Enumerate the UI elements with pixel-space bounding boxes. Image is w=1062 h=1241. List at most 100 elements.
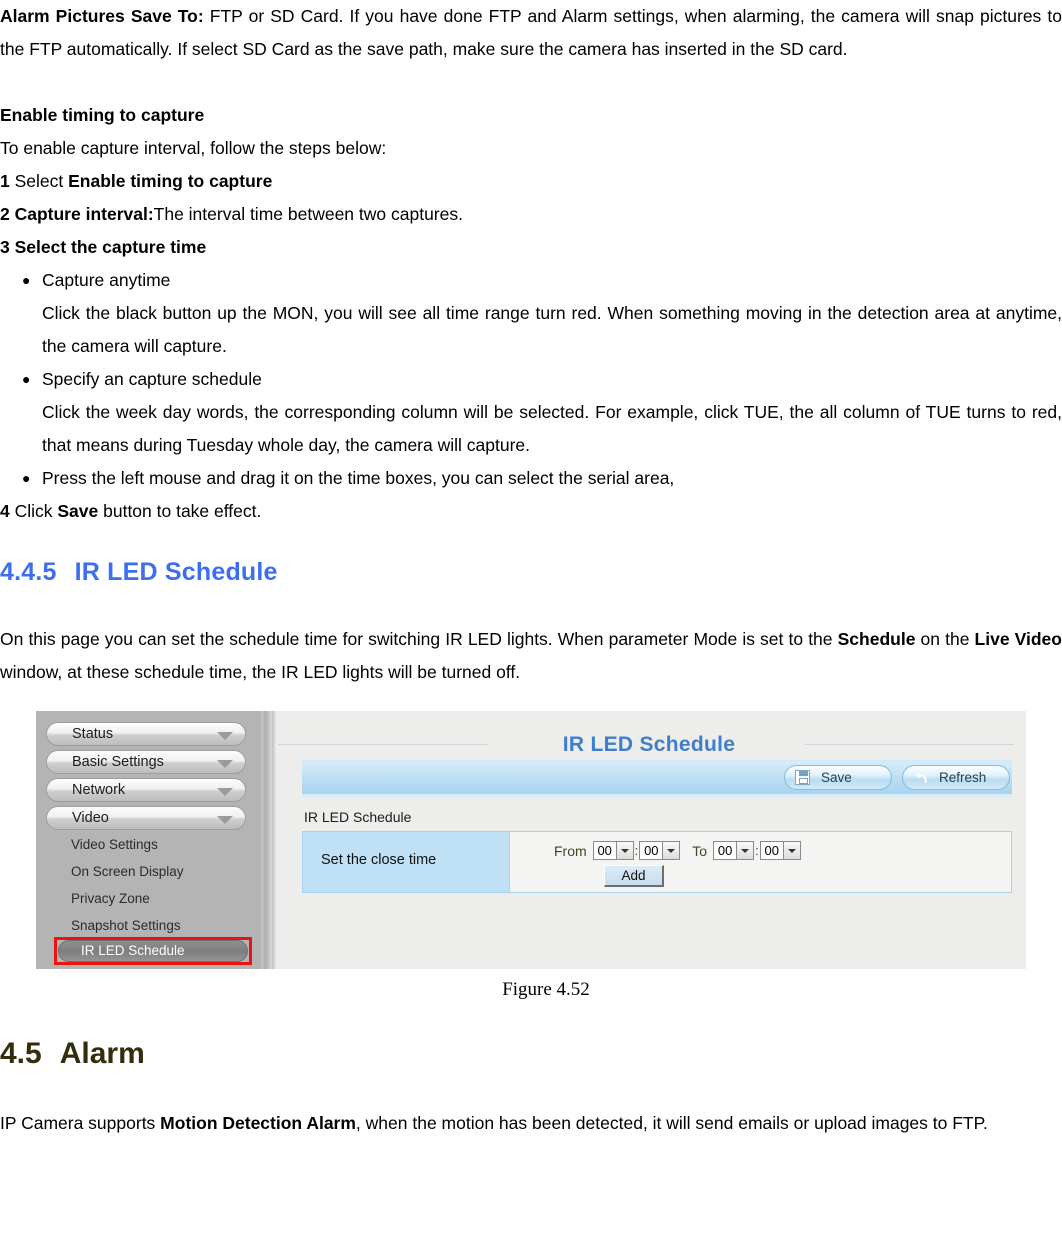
panel-title: IR LED Schedule xyxy=(562,733,736,756)
step-1-bold: Enable timing to capture xyxy=(68,171,273,191)
step-4-post: button to take effect. xyxy=(98,501,262,521)
step-3: 3 Select the capture time xyxy=(0,237,207,257)
from-minute-select[interactable]: 00 xyxy=(639,841,681,860)
paragraph-part-3: window, at these schedule time, the IR L… xyxy=(0,662,521,682)
bullet-label: Specify an capture schedule xyxy=(42,369,262,389)
from-minute-value: 00 xyxy=(644,843,659,858)
sidebar-nav-label: Status xyxy=(72,726,114,742)
refresh-button[interactable]: Refresh xyxy=(902,765,1010,790)
to-minute-select[interactable]: 00 xyxy=(759,841,801,860)
paragraph-part-2: , when the motion has been detected, it … xyxy=(355,1113,988,1133)
intro-label: Alarm Pictures Save To: xyxy=(0,6,204,26)
form-row-label-cell: Set the close time xyxy=(303,832,509,892)
section-number: 4.4.5 xyxy=(0,558,57,586)
sidebar-item-on-screen-display[interactable]: On Screen Display xyxy=(71,863,184,881)
to-hour-value: 00 xyxy=(717,843,733,858)
sidebar-edge xyxy=(261,711,272,969)
sidebar-item-privacy-zone[interactable]: Privacy Zone xyxy=(71,890,150,908)
sidebar-nav-label: Basic Settings xyxy=(72,754,164,770)
document-page: Alarm Pictures Save To: FTP or SD Card. … xyxy=(0,0,1062,1241)
to-minute-value: 00 xyxy=(764,843,779,858)
chevron-down-icon xyxy=(662,842,680,859)
step-4: 4 Click Save button to take effect. xyxy=(0,495,1062,528)
chevron-down-icon xyxy=(217,732,233,740)
paragraph-bold-live-video: Live Video xyxy=(974,629,1062,649)
form-divider xyxy=(509,832,510,892)
form-row-label: Set the close time xyxy=(321,852,437,868)
embedded-screenshot: Status Basic Settings Network Video Vide… xyxy=(36,711,1026,969)
bullet-item: ● Specify an capture schedule xyxy=(0,363,1062,396)
intro-paragraph: Alarm Pictures Save To: FTP or SD Card. … xyxy=(0,0,1062,66)
step-4-bold: Save xyxy=(57,501,99,521)
chevron-down-icon xyxy=(217,760,233,768)
toolbar-underline xyxy=(302,794,1012,798)
undo-arrow-icon xyxy=(913,770,929,786)
add-button[interactable]: Add xyxy=(604,865,664,887)
step-1-number: 1 xyxy=(0,171,10,191)
step-2-text: The interval time between two captures. xyxy=(153,204,463,224)
enable-lead: To enable capture interval, follow the s… xyxy=(0,138,387,158)
time-range-controls: From 00 : 00 To 00 : 00 xyxy=(548,841,801,860)
step-2: 2 Capture interval:The interval time bet… xyxy=(0,198,1062,231)
paragraph-part-1: On this page you can set the schedule ti… xyxy=(0,629,838,649)
section-title: Alarm xyxy=(59,1037,145,1070)
panel-toolbar: Save Refresh xyxy=(302,760,1012,795)
sidebar-nav-label: Network xyxy=(72,782,126,798)
from-colon: : xyxy=(634,843,639,858)
form-section-label: IR LED Schedule xyxy=(304,809,412,825)
section-445-paragraph: On this page you can set the schedule ti… xyxy=(0,623,1062,689)
bullet-label: Press the left mouse and drag it on the … xyxy=(42,468,675,488)
section-title: IR LED Schedule xyxy=(74,558,278,586)
bullet-dot-icon: ● xyxy=(22,272,31,288)
figure-caption: Figure 4.52 xyxy=(502,979,590,1000)
section-heading-445: 4.4.5 IR LED Schedule xyxy=(0,554,1062,590)
sidebar-nav-label: Video xyxy=(72,810,109,826)
sidebar-nav-network[interactable]: Network xyxy=(46,778,246,802)
enable-heading: Enable timing to capture xyxy=(0,105,205,125)
to-hour-select[interactable]: 00 xyxy=(713,841,755,860)
bullet-item: ● Capture anytime xyxy=(0,264,1062,297)
chevron-down-icon xyxy=(217,816,233,824)
from-hour-select[interactable]: 00 xyxy=(592,841,634,860)
camera-sidebar: Status Basic Settings Network Video Vide… xyxy=(36,711,281,969)
paragraph-bold-motion-detection: Motion Detection Alarm xyxy=(160,1113,356,1133)
paragraph-bold-schedule: Schedule xyxy=(837,629,916,649)
step-2-bold: 2 Capture interval: xyxy=(0,204,154,224)
section-45-paragraph: IP Camera supports Motion Detection Alar… xyxy=(0,1107,1062,1140)
sidebar-nav-status[interactable]: Status xyxy=(46,722,246,746)
sidebar-item-video-settings[interactable]: Video Settings xyxy=(71,836,158,854)
section-heading-45: 4.5 Alarm xyxy=(0,1034,1062,1074)
camera-main-panel: IR LED Schedule Save Refresh IR LED Sche… xyxy=(272,711,1026,969)
from-label: From xyxy=(554,842,587,859)
sidebar-nav-video[interactable]: Video xyxy=(46,806,246,830)
step-1-pre: Select xyxy=(9,171,69,191)
schedule-form-box: Set the close time From 00 : 00 To 00: … xyxy=(302,831,1012,893)
annotation-highlight-box xyxy=(54,937,252,965)
bullet-dot-icon: ● xyxy=(22,371,31,387)
bullet-label: Capture anytime xyxy=(42,270,171,290)
bullet-body: Click the week day words, the correspond… xyxy=(42,402,1062,455)
paragraph-part-2: on the xyxy=(915,629,975,649)
bullet-item: ● Press the left mouse and drag it on the… xyxy=(0,462,1062,495)
refresh-button-label: Refresh xyxy=(939,770,987,785)
chevron-down-icon xyxy=(217,788,233,796)
section-number: 4.5 xyxy=(0,1037,42,1070)
bullet-body: Click the black button up the MON, you w… xyxy=(42,303,1062,356)
sidebar-nav-basic-settings[interactable]: Basic Settings xyxy=(46,750,246,774)
to-label: To xyxy=(692,842,708,859)
step-4-pre: Click xyxy=(9,501,58,521)
from-hour-value: 00 xyxy=(597,843,612,858)
paragraph-part-1: IP Camera supports xyxy=(0,1113,161,1133)
save-button[interactable]: Save xyxy=(784,765,892,790)
bullet-dot-icon: ● xyxy=(22,470,31,486)
chevron-down-icon xyxy=(615,842,633,859)
to-colon: : xyxy=(755,843,759,858)
sidebar-item-snapshot-settings[interactable]: Snapshot Settings xyxy=(71,917,181,935)
floppy-disk-icon xyxy=(795,770,810,785)
step-4-number: 4 xyxy=(0,501,10,521)
step-1: 1 Select Enable timing to capture xyxy=(0,165,1062,198)
